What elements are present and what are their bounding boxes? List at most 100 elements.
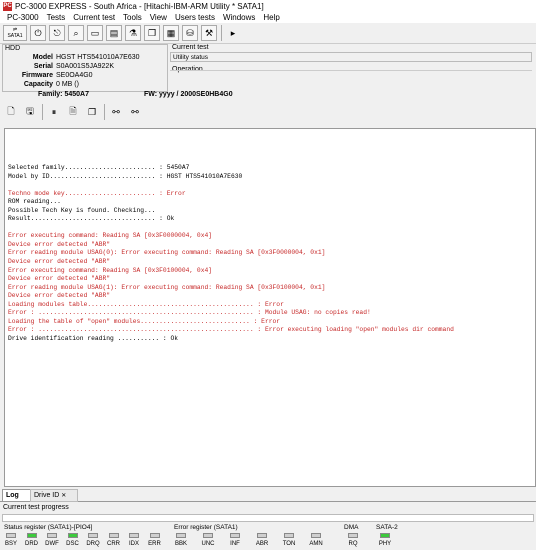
capacity-label: Capacity [23, 81, 53, 88]
led-label-phy: PHY [378, 541, 392, 547]
save-log-button[interactable]: 🖫 [22, 104, 38, 120]
led-drq [88, 533, 98, 538]
main-toolbar: ⇌ SATA1 ⏻ ⎋ ⌕ ▭ ▤ ⚗ ❐ ▦ ⛁ ⚒ ▸ [0, 23, 536, 44]
tools-button[interactable]: ⚒ [201, 25, 217, 41]
binoculars-next-icon: ⚯ [131, 106, 139, 117]
led-label-rq: RQ [348, 541, 358, 547]
firmware-value: SE0OA4G0 [56, 72, 93, 79]
led-label-dwf: DWF [45, 541, 59, 547]
play-icon: ▸ [230, 27, 236, 38]
title-bar: PC PC-3000 EXPRESS - South Africa - [Hit… [0, 0, 536, 12]
sata-port-button[interactable]: ⇌ SATA1 [3, 25, 27, 41]
status-register: Status register (SATA1)-[PIO4] BSY DRD DWF… [2, 524, 167, 550]
drive-info-button[interactable]: ▭ [87, 25, 103, 41]
firmware-version-label: FW: yyyy / 2000SE0HB4G0 [144, 91, 233, 98]
log-lines: Selected family........................ … [8, 164, 454, 343]
status-register-title: Status register (SATA1)-[PIO4] [4, 524, 93, 531]
log-line: Selected family........................ … [8, 164, 190, 171]
sata-register-title: SATA-2 [376, 524, 398, 531]
grid-button[interactable]: ▦ [163, 25, 179, 41]
led-ton [284, 533, 294, 538]
find-next-button[interactable]: ⚯ [127, 104, 143, 120]
log-line: Error executing command: Reading SA [0x3… [8, 266, 213, 274]
menu-windows[interactable]: Windows [219, 13, 259, 22]
led-amn [311, 533, 321, 538]
database-button[interactable]: ⛁ [182, 25, 198, 41]
led-inf [230, 533, 240, 538]
sata-register: SATA-2 PHY [374, 524, 404, 550]
led-bsy [6, 533, 16, 538]
hdd-legend: HDD [5, 45, 21, 52]
led-label-abr: ABR [255, 541, 269, 547]
firmware-label: Firmware [21, 72, 53, 79]
log-line: Drive identification reading ...........… [8, 334, 179, 342]
window-title: PC-3000 EXPRESS - South Africa - [Hitach… [15, 1, 264, 11]
log-line: Error reading module USAG(1): Error exec… [8, 283, 326, 291]
model-label: Model [32, 54, 53, 61]
current-test-panel: Current test Utility status Operation [168, 44, 534, 90]
log-line: Device error detected "ABR" [8, 275, 111, 283]
led-dwf [47, 533, 57, 538]
grid-icon: ▦ [166, 27, 176, 38]
menu-users-tests[interactable]: Users tests [171, 13, 219, 22]
hdd-info-panel: HDD Model HGST HTS541010A7E630 Serial S0… [2, 44, 168, 92]
toolbar-separator [221, 25, 222, 41]
flask-icon: ⚗ [128, 27, 138, 38]
tab-drive-id-label: Drive ID [34, 492, 60, 499]
log-line: Loading the table of "open" modules.....… [8, 317, 281, 325]
tools-icon: ⚒ [204, 27, 214, 38]
clear-log-button[interactable]: 🗎 [65, 104, 81, 120]
menu-help[interactable]: Help [259, 13, 283, 22]
serial-value: S0A001S5JA922K [56, 63, 114, 70]
search-button[interactable]: ⌕ [68, 25, 84, 41]
tab-drive-id[interactable]: Drive ID ✕ [30, 489, 78, 502]
flask-button[interactable]: ⚗ [125, 25, 141, 41]
led-bbk [176, 533, 186, 538]
copy-button[interactable]: ❐ [144, 25, 160, 41]
log-line: Error executing command: Reading SA [0x3… [8, 232, 213, 240]
power-button[interactable]: ⏻ [30, 25, 46, 41]
menu-bar: PC-3000 Tests Current test Tools View Us… [0, 12, 536, 23]
progress-label: Current test progress [3, 504, 69, 511]
log-line: Device error detected "ABR" [8, 240, 111, 248]
log-line: Loading modules table...................… [8, 300, 284, 308]
close-icon[interactable]: ✕ [61, 491, 66, 502]
menu-pc3000[interactable]: PC-3000 [3, 13, 43, 22]
led-label-amn: AMN [309, 541, 323, 547]
menu-tests[interactable]: Tests [43, 13, 70, 22]
led-unc [203, 533, 213, 538]
error-register-title: Error register (SATA1) [174, 524, 238, 531]
log-line: ROM reading... [8, 198, 61, 206]
toolbar-separator-3 [104, 104, 105, 120]
hdd-serial-row: Serial S0A001S5JA922K [3, 63, 167, 72]
run-button[interactable]: ▸ [225, 25, 241, 41]
document-icon: 🗎 [69, 106, 77, 116]
reset-button[interactable]: ⎋ [49, 25, 65, 41]
new-file-icon: 🗋 [7, 106, 15, 116]
led-phy [380, 533, 390, 538]
error-register: Error register (SATA1) BBK UNC INF ABR TON AM… [172, 524, 338, 550]
family-bar: Family: 5450A7 FW: yyyy / 2000SE0HB4G0 [0, 91, 536, 100]
hdd-firmware-row: Firmware SE0OA4G0 [3, 72, 167, 81]
copy-log-button[interactable]: ❐ [84, 104, 100, 120]
menu-tools[interactable]: Tools [119, 13, 146, 22]
log-output[interactable]: Selected family........................ … [4, 128, 536, 487]
reset-icon: ⎋ [53, 27, 61, 38]
led-label-dsc: DSC [66, 541, 79, 547]
menu-view[interactable]: View [146, 13, 171, 22]
utility-toolbar: 🗋 🖫 ⏸ 🗎 ❐ ⚯ ⚯ [0, 101, 536, 123]
search-icon: ⌕ [73, 27, 79, 38]
led-label-bbk: BBK [174, 541, 187, 547]
pause-button[interactable]: ⏸ [46, 104, 62, 120]
copy-icon: ❐ [147, 27, 157, 38]
log-line: Model by ID............................ … [8, 172, 243, 180]
tests-button[interactable]: ▤ [106, 25, 122, 41]
clipboard-icon: ▤ [109, 27, 119, 38]
menu-current-test[interactable]: Current test [69, 13, 119, 22]
led-idx [129, 533, 139, 538]
new-log-button[interactable]: 🗋 [3, 104, 19, 120]
drive-icon: ▭ [90, 27, 100, 38]
find-button[interactable]: ⚯ [108, 104, 124, 120]
operation-divider [170, 70, 532, 71]
